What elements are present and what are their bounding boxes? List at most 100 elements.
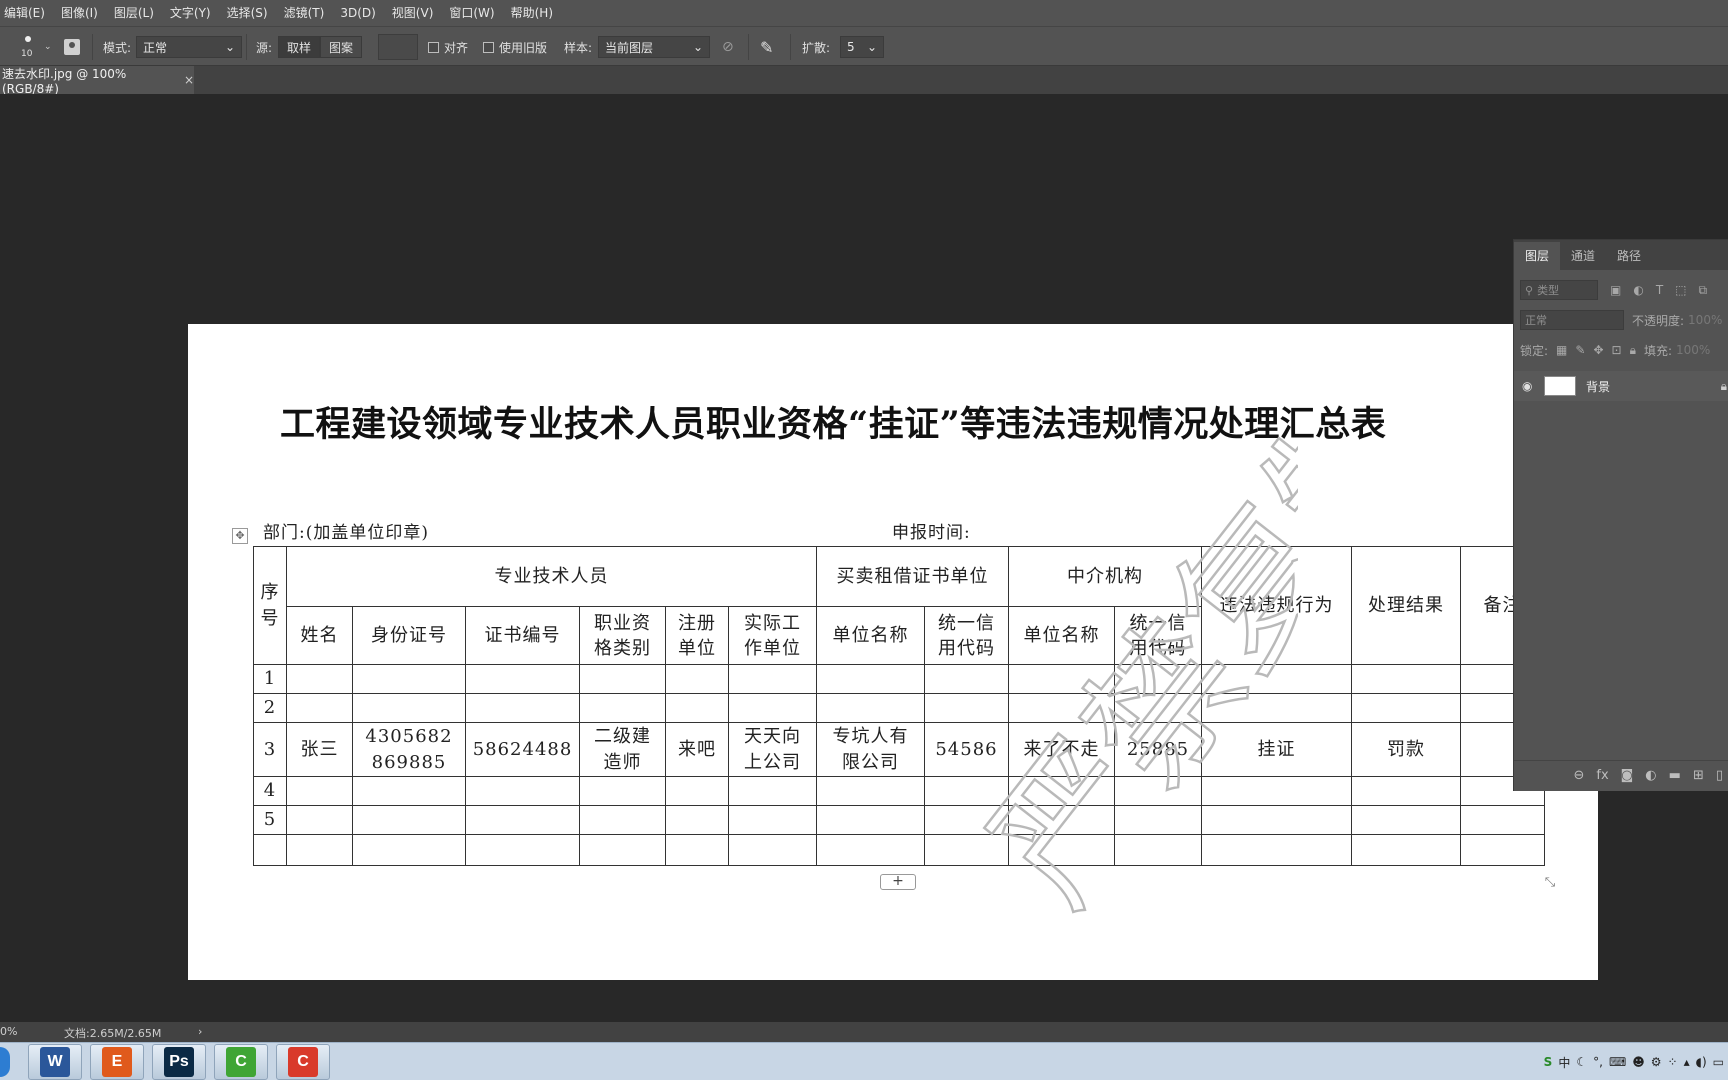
canvas-workspace[interactable]: 工程建设领域专业技术人员职业资格“挂证”等违法违规情况处理汇总表 部门:(加盖单… bbox=[0, 94, 1728, 1024]
table-cell[interactable] bbox=[352, 693, 466, 723]
taskbar-app-camtasia-red[interactable]: C bbox=[276, 1044, 330, 1080]
table-cell[interactable] bbox=[465, 664, 580, 694]
taskbar-app-word[interactable]: W bbox=[28, 1044, 82, 1080]
menu-3d[interactable]: 3D(D) bbox=[332, 0, 383, 26]
table-cell[interactable] bbox=[1460, 805, 1545, 835]
sample-select[interactable]: 当前图层 ⌄ bbox=[598, 36, 710, 58]
diffusion-select[interactable]: 5 ⌄ bbox=[840, 36, 884, 58]
user-icon[interactable]: ☻ bbox=[1632, 1055, 1645, 1069]
filter-shape-icon[interactable]: ⬚ bbox=[1675, 283, 1686, 297]
layer-filter-select[interactable]: ⚲ 类型 bbox=[1520, 280, 1598, 300]
table-resize-icon[interactable]: ⤡ bbox=[1541, 874, 1559, 892]
delete-layer-icon[interactable]: ▯ bbox=[1716, 768, 1723, 783]
menu-help[interactable]: 帮助(H) bbox=[503, 0, 561, 26]
network-icon[interactable]: ▭ bbox=[1713, 1055, 1724, 1069]
aligned-checkbox[interactable]: 对齐 bbox=[428, 27, 468, 67]
menu-filter[interactable]: 滤镜(T) bbox=[276, 0, 333, 26]
table-cell[interactable] bbox=[352, 664, 466, 694]
table-cell[interactable] bbox=[286, 805, 353, 835]
table-cell[interactable] bbox=[286, 693, 353, 723]
table-cell[interactable] bbox=[579, 693, 666, 723]
table-cell[interactable] bbox=[665, 776, 729, 806]
table-cell[interactable] bbox=[728, 693, 817, 723]
ime-s-icon[interactable]: S bbox=[1544, 1055, 1553, 1069]
table-cell[interactable]: 54586 bbox=[924, 722, 1009, 777]
menu-layer[interactable]: 图层(L) bbox=[106, 0, 162, 26]
table-cell[interactable]: 二级建造师 bbox=[579, 722, 666, 777]
table-cell[interactable]: 4305682869885 bbox=[352, 722, 466, 777]
fx-icon[interactable]: fx bbox=[1596, 768, 1608, 783]
table-cell[interactable] bbox=[465, 693, 580, 723]
use-legacy-checkbox[interactable]: 使用旧版 bbox=[483, 27, 547, 67]
lock-artboard-icon[interactable]: ⊡ bbox=[1612, 343, 1622, 357]
table-cell[interactable] bbox=[1008, 664, 1115, 694]
table-cell[interactable] bbox=[816, 664, 925, 694]
table-cell[interactable]: 专坑人有限公司 bbox=[816, 722, 925, 777]
eye-icon[interactable]: ◉ bbox=[1522, 379, 1536, 393]
brush-preset-picker[interactable]: 10 ⌄ bbox=[16, 27, 56, 67]
table-cell[interactable] bbox=[1114, 693, 1202, 723]
menu-type[interactable]: 文字(Y) bbox=[162, 0, 219, 26]
table-cell[interactable] bbox=[465, 834, 580, 866]
table-cell[interactable] bbox=[924, 805, 1009, 835]
fill-value[interactable]: 100% bbox=[1676, 343, 1710, 357]
table-cell[interactable] bbox=[352, 834, 466, 866]
table-move-handle-icon[interactable]: ✥ bbox=[232, 528, 248, 544]
table-cell[interactable] bbox=[924, 664, 1009, 694]
taskbar-app-pdf[interactable]: E bbox=[90, 1044, 144, 1080]
new-adjustment-icon[interactable]: ◐ bbox=[1645, 768, 1656, 783]
mode-select[interactable]: 正常 ⌄ bbox=[136, 36, 242, 58]
table-cell[interactable] bbox=[816, 805, 925, 835]
filter-pixel-icon[interactable]: ▣ bbox=[1610, 283, 1621, 297]
table-cell[interactable]: 来吧 bbox=[665, 722, 729, 777]
table-cell[interactable] bbox=[579, 834, 666, 866]
table-cell[interactable] bbox=[286, 834, 353, 866]
table-cell[interactable] bbox=[579, 664, 666, 694]
pattern-picker[interactable] bbox=[378, 34, 418, 60]
table-cell[interactable] bbox=[665, 693, 729, 723]
lock-transparent-icon[interactable]: ▦ bbox=[1556, 343, 1567, 357]
table-cell[interactable] bbox=[1351, 834, 1461, 866]
taskbar-app-photoshop[interactable]: Ps bbox=[152, 1044, 206, 1080]
table-cell[interactable]: 天天向上公司 bbox=[728, 722, 817, 777]
ime-mode[interactable]: 中 bbox=[1558, 1054, 1570, 1071]
settings-icon[interactable]: ⚙ bbox=[1651, 1055, 1662, 1069]
table-cell[interactable] bbox=[1008, 805, 1115, 835]
table-cell[interactable] bbox=[728, 805, 817, 835]
menu-image[interactable]: 图像(I) bbox=[53, 0, 106, 26]
menu-select[interactable]: 选择(S) bbox=[219, 0, 276, 26]
table-cell[interactable] bbox=[286, 664, 353, 694]
start-button[interactable] bbox=[0, 1047, 10, 1077]
table-cell[interactable] bbox=[352, 776, 466, 806]
table-cell[interactable] bbox=[1351, 664, 1461, 694]
new-layer-icon[interactable]: ⊞ bbox=[1693, 768, 1704, 783]
table-cell[interactable] bbox=[728, 834, 817, 866]
table-cell[interactable] bbox=[665, 834, 729, 866]
table-cell[interactable] bbox=[1201, 664, 1352, 694]
table-cell[interactable] bbox=[924, 693, 1009, 723]
tab-paths[interactable]: 路径 bbox=[1606, 242, 1652, 270]
table-cell[interactable] bbox=[465, 776, 580, 806]
table-cell[interactable] bbox=[1351, 805, 1461, 835]
table-cell[interactable] bbox=[1201, 834, 1352, 866]
table-cell[interactable] bbox=[579, 805, 666, 835]
link-layers-icon[interactable]: ⊖ bbox=[1573, 768, 1584, 783]
zoom-level[interactable]: 0% bbox=[0, 1025, 17, 1038]
table-cell[interactable] bbox=[1351, 693, 1461, 723]
table-cell[interactable] bbox=[1114, 776, 1202, 806]
table-cell[interactable] bbox=[924, 834, 1009, 866]
menu-window[interactable]: 窗口(W) bbox=[441, 0, 502, 26]
moon-icon[interactable]: ☾ bbox=[1576, 1055, 1587, 1069]
ignore-adjustment-layers-icon[interactable]: ⊘ bbox=[722, 27, 740, 67]
table-cell[interactable] bbox=[816, 693, 925, 723]
speaker-icon[interactable]: ◖) bbox=[1696, 1055, 1707, 1069]
table-cell[interactable]: 挂证 bbox=[1201, 722, 1352, 777]
source-pattern-button[interactable]: 图案 bbox=[320, 36, 363, 58]
table-cell[interactable]: 来了不走 bbox=[1008, 722, 1115, 777]
table-cell[interactable] bbox=[352, 805, 466, 835]
lock-image-icon[interactable]: ✎ bbox=[1575, 343, 1585, 357]
add-row-icon[interactable]: + bbox=[880, 874, 916, 890]
filter-adjustment-icon[interactable]: ◐ bbox=[1633, 283, 1643, 297]
table-cell[interactable] bbox=[1008, 776, 1115, 806]
keyboard-icon[interactable]: ⌨ bbox=[1609, 1055, 1626, 1069]
